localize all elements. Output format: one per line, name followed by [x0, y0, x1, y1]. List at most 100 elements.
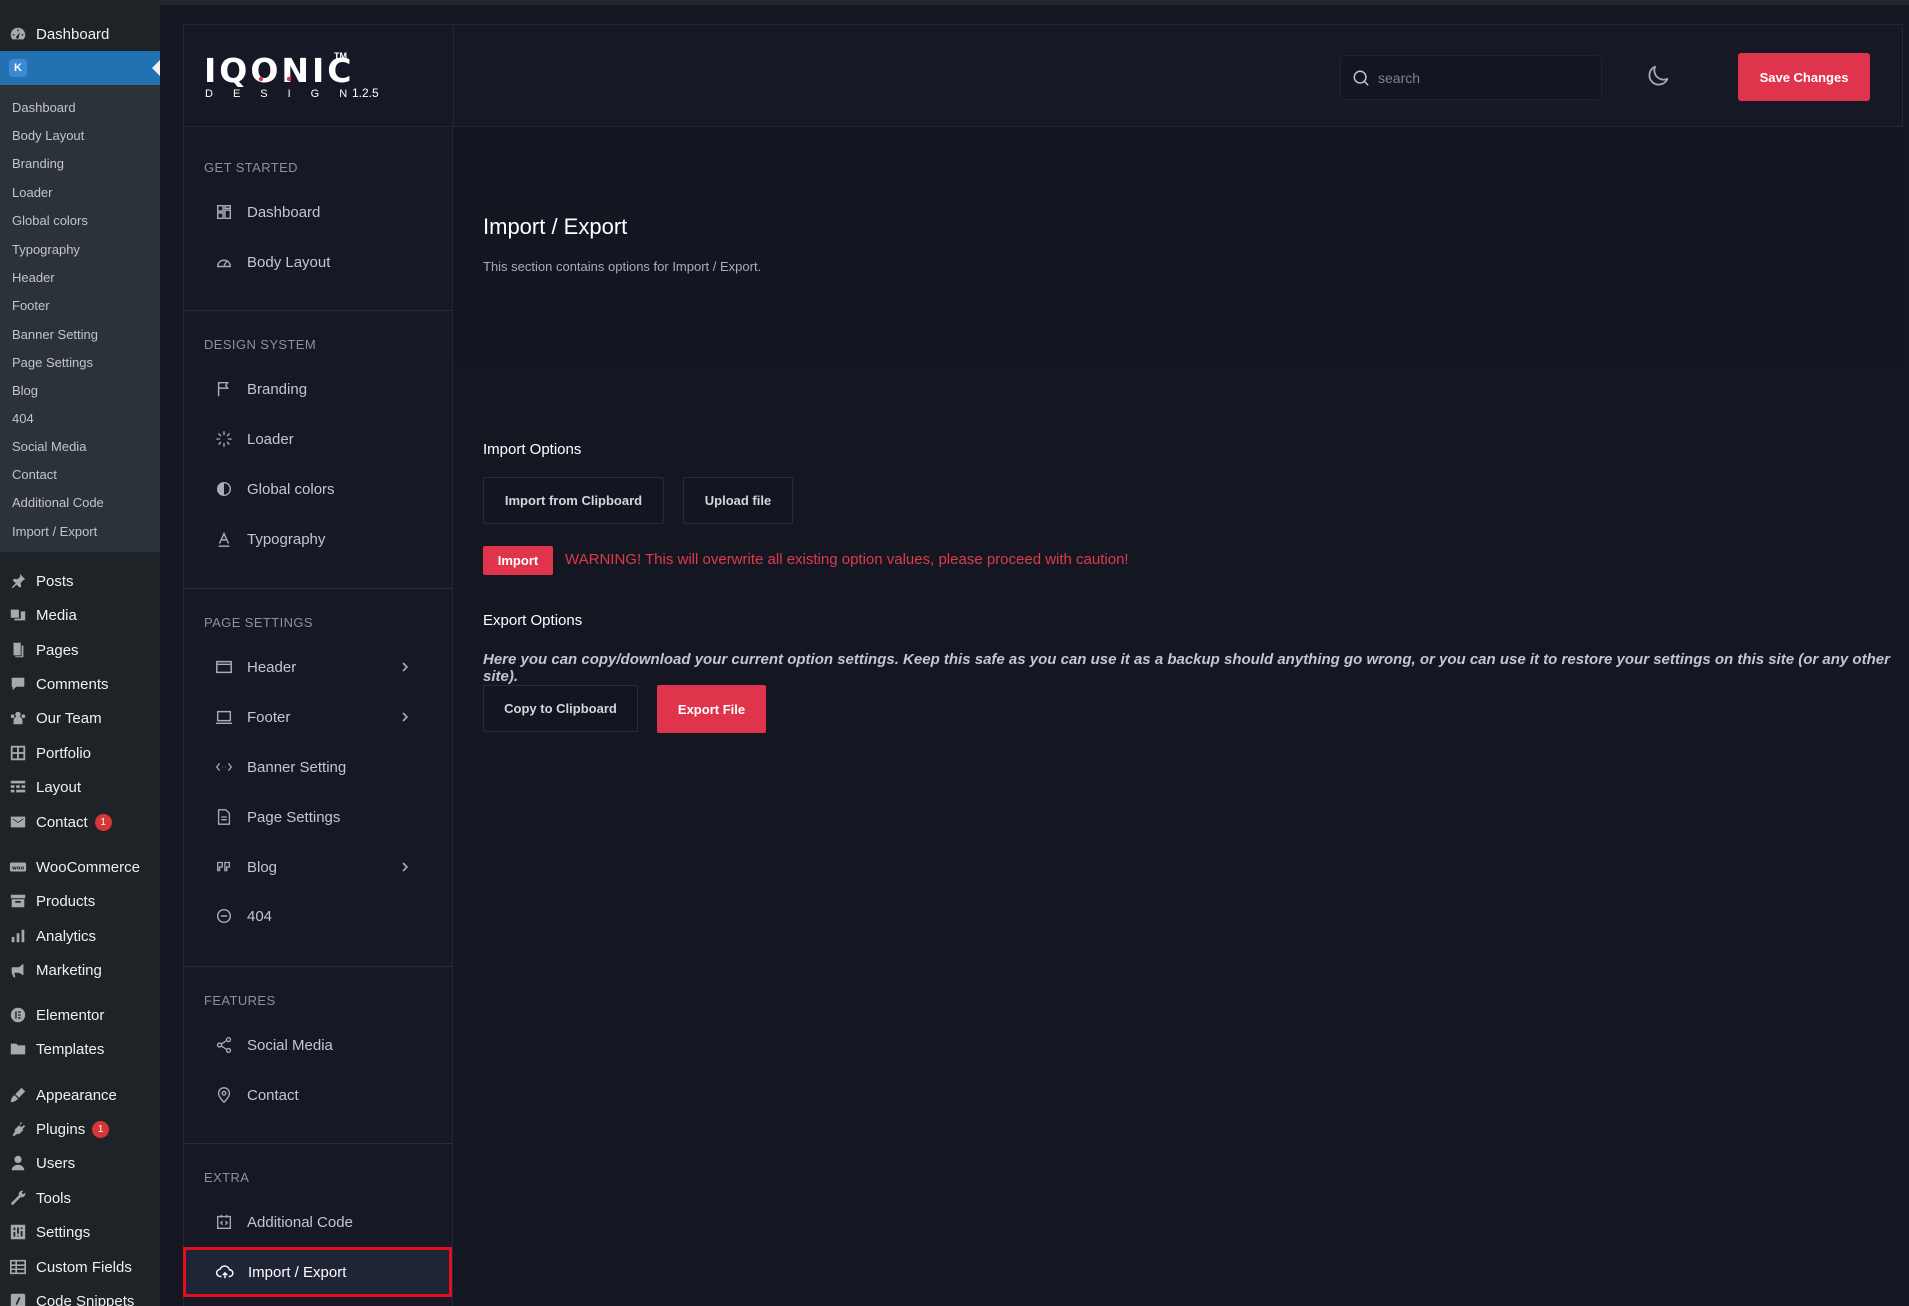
typography-icon	[214, 529, 234, 549]
wp-menu-elementor[interactable]: Elementor	[0, 1001, 160, 1029]
save-changes-button[interactable]: Save Changes	[1738, 53, 1870, 101]
wp-menu-templates[interactable]: Templates	[0, 1035, 160, 1063]
dark-mode-moon-icon[interactable]	[1644, 62, 1672, 90]
nav-item-contact[interactable]: Contact	[184, 1074, 452, 1116]
wp-menu-label: Code Snippets	[36, 1292, 135, 1306]
location-pin-icon	[214, 1085, 234, 1105]
wp-menu-users[interactable]: Users	[0, 1149, 160, 1177]
nav-item-label: Blog	[247, 858, 278, 876]
nav-item-blog[interactable]: Blog	[184, 846, 452, 888]
wp-menu-label: Elementor	[36, 1006, 105, 1024]
wp-submenu-item[interactable]: Branding	[12, 154, 64, 174]
search-box[interactable]	[1340, 55, 1602, 100]
admin-top-bar	[0, 0, 1909, 5]
wp-menu-woocommerce[interactable]: woo WooCommerce	[0, 853, 160, 881]
wp-menu-custom-fields[interactable]: Custom Fields	[0, 1253, 160, 1281]
wp-menu-label: Layout	[36, 778, 82, 796]
wp-menu-contact[interactable]: Contact 1	[0, 808, 160, 836]
wp-menu-comments[interactable]: Comments	[0, 670, 160, 698]
nav-item-branding[interactable]: Branding	[184, 368, 452, 410]
nav-group-title: DESIGN SYSTEM	[204, 337, 317, 352]
fields-icon	[9, 1258, 27, 1276]
nav-item-banner-setting[interactable]: Banner Setting	[184, 746, 452, 788]
copy-to-clipboard-button[interactable]: Copy to Clipboard	[483, 685, 638, 732]
upload-file-button[interactable]: Upload file	[683, 477, 793, 524]
nav-item-body-layout[interactable]: Body Layout	[184, 241, 452, 283]
nav-divider	[184, 1143, 453, 1144]
wp-menu-label: Comments	[36, 675, 109, 693]
brand-logo: IQONIC TM DESIGN 1.2.5	[184, 25, 454, 126]
wp-menu-products[interactable]: Products	[0, 887, 160, 915]
flag-icon	[214, 379, 234, 399]
wp-menu-appearance[interactable]: Appearance	[0, 1081, 160, 1109]
nav-item-404[interactable]: 404	[184, 895, 452, 937]
nav-item-page-settings[interactable]: Page Settings	[184, 796, 452, 838]
nav-item-typography[interactable]: Typography	[184, 518, 452, 560]
wp-menu-marketing[interactable]: Marketing	[0, 956, 160, 984]
wp-menu-layout[interactable]: Layout	[0, 773, 160, 801]
wp-menu-analytics[interactable]: Analytics	[0, 922, 160, 950]
nav-divider	[184, 310, 453, 311]
wp-menu-media[interactable]: Media	[0, 601, 160, 629]
share-icon	[214, 1035, 234, 1055]
wp-menu-plugins[interactable]: Plugins 1	[0, 1115, 160, 1143]
nav-item-label: Body Layout	[247, 253, 331, 271]
wp-submenu-item[interactable]: Loader	[12, 183, 52, 203]
wp-submenu-item[interactable]: Banner Setting	[12, 325, 98, 345]
chevron-right-icon	[402, 712, 409, 722]
wp-menu-dashboard[interactable]: Dashboard	[0, 20, 160, 48]
wp-submenu-item[interactable]: Header	[12, 268, 55, 288]
wp-submenu-item[interactable]: Footer	[12, 296, 50, 316]
wp-menu-label: Templates	[36, 1040, 105, 1058]
wp-menu-our-team[interactable]: Our Team	[0, 704, 160, 732]
wp-menu-posts[interactable]: Posts	[0, 567, 160, 595]
wp-menu-label: Plugins	[36, 1120, 86, 1138]
wp-submenu-item[interactable]: Social Media	[12, 437, 86, 457]
nav-item-loader[interactable]: Loader	[184, 418, 452, 460]
nav-item-social-media[interactable]: Social Media	[184, 1024, 452, 1066]
nav-item-import-export[interactable]: Import / Export	[183, 1247, 452, 1297]
nav-divider	[184, 966, 453, 967]
megaphone-icon	[9, 961, 27, 979]
pin-icon	[9, 572, 27, 590]
import-from-clipboard-button[interactable]: Import from Clipboard	[483, 477, 664, 524]
wp-submenu-item[interactable]: Global colors	[12, 211, 88, 231]
wp-submenu-item[interactable]: Body Layout	[12, 126, 84, 146]
import-options-title: Import Options	[483, 441, 582, 458]
wp-submenu-item[interactable]: Import / Export	[12, 522, 97, 542]
nav-item-label: Loader	[247, 430, 294, 448]
wp-menu-code-snippets[interactable]: Code Snippets	[0, 1287, 160, 1306]
export-file-button[interactable]: Export File	[657, 685, 766, 733]
nav-item-label: Branding	[247, 380, 308, 398]
wp-submenu-item[interactable]: Blog	[12, 381, 38, 401]
archive-icon	[9, 892, 27, 910]
wp-menu-pages[interactable]: Pages	[0, 636, 160, 664]
wp-submenu-item[interactable]: Additional Code	[12, 493, 104, 513]
wp-menu-iqonic-active[interactable]: K	[0, 51, 160, 85]
wp-admin-sidebar: Dashboard K Dashboard Body Layout Brandi…	[0, 0, 160, 1306]
wp-submenu-item[interactable]: Page Settings	[12, 353, 93, 373]
import-button[interactable]: Import	[483, 546, 553, 575]
search-icon	[1353, 70, 1369, 86]
wp-submenu-item[interactable]: 404	[12, 409, 34, 429]
search-input[interactable]	[1378, 69, 1578, 86]
wp-menu-settings[interactable]: Settings	[0, 1218, 160, 1246]
nav-item-header[interactable]: Header	[184, 646, 452, 688]
wp-submenu-item[interactable]: Dashboard	[12, 98, 76, 118]
nav-item-dashboard[interactable]: Dashboard	[184, 191, 452, 233]
nav-item-footer[interactable]: Footer	[184, 696, 452, 738]
chevron-right-icon	[402, 862, 409, 872]
wp-menu-label: Pages	[36, 641, 79, 659]
wp-menu-portfolio[interactable]: Portfolio	[0, 739, 160, 767]
code-icon	[9, 1292, 27, 1306]
chevron-right-icon	[402, 662, 409, 672]
logo-wordmark: IQONIC	[204, 51, 355, 90]
nav-item-additional-code[interactable]: Additional Code	[184, 1201, 452, 1243]
wp-menu-label: Tools	[36, 1189, 72, 1207]
wp-menu-label: Our Team	[36, 709, 102, 727]
wp-submenu-item[interactable]: Contact	[12, 465, 57, 485]
nav-item-global-colors[interactable]: Global colors	[184, 468, 452, 510]
wp-menu-tools[interactable]: Tools	[0, 1184, 160, 1212]
wp-submenu-item[interactable]: Typography	[12, 240, 80, 260]
contrast-icon	[214, 479, 234, 499]
